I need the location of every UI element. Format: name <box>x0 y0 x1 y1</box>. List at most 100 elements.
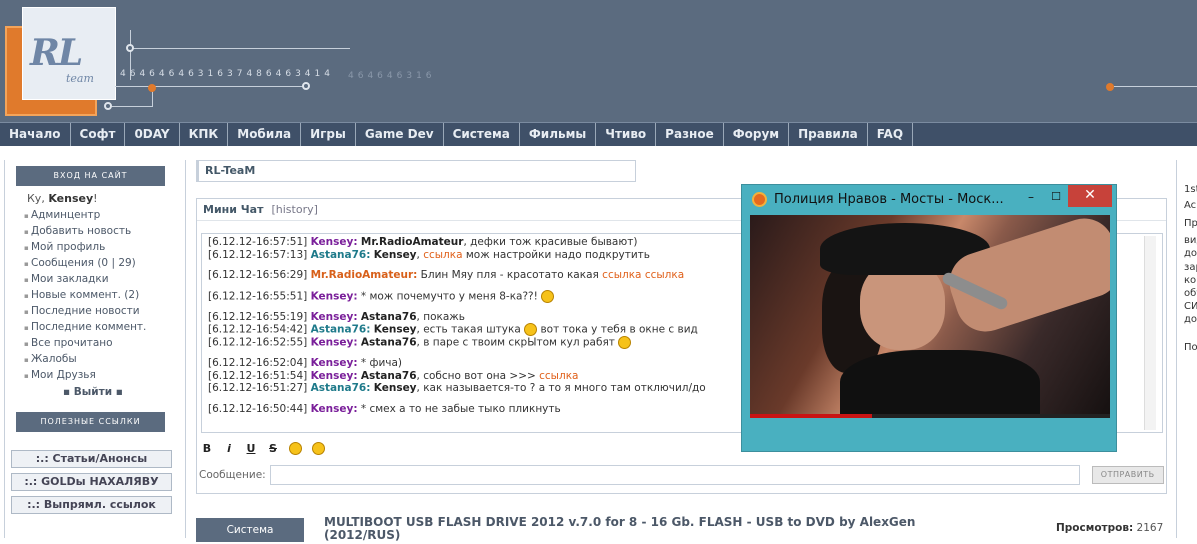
message-recipient[interactable]: Kensey <box>374 324 417 336</box>
links-header: ПОЛЕЗНЫЕ ССЫЛКИ <box>16 412 165 432</box>
right-sidebar: 1st Ac Пр вид дон зар ком обу СИ дос Поі <box>1176 160 1197 538</box>
message-text: Блин Мяу пля - красотато какая <box>420 269 603 281</box>
message-author[interactable]: Kensey: <box>311 311 358 323</box>
header-digits-dim: 464646316 <box>348 71 436 81</box>
nav-item[interactable]: Разное <box>656 123 724 146</box>
message-author[interactable]: Astana76: <box>311 249 371 261</box>
message-recipient[interactable]: Astana76 <box>361 337 417 349</box>
smiley-icon <box>541 289 555 303</box>
nav-item[interactable]: КПК <box>180 123 229 146</box>
message-text: * смех а то не забые тыко пликнуть <box>360 402 561 415</box>
format-button[interactable]: U <box>245 442 257 455</box>
menu-item[interactable]: Добавить новость <box>24 225 185 238</box>
minimize-button[interactable]: – <box>1019 188 1043 208</box>
message-author[interactable]: Mr.RadioAmateur: <box>311 269 418 281</box>
video-progress-fill <box>750 414 873 418</box>
message-author[interactable]: Kensey: <box>311 370 358 382</box>
message-recipient[interactable]: Astana76 <box>361 370 417 382</box>
menu-item[interactable]: Мой профиль <box>24 241 185 254</box>
smiley-icon[interactable] <box>312 441 325 455</box>
message-author[interactable]: Astana76: <box>311 382 371 394</box>
right-text: Пр <box>1184 218 1197 229</box>
username[interactable]: Kensey <box>48 192 93 205</box>
decor-line <box>130 30 131 80</box>
message-time: [6.12.12-16:57:13] <box>208 248 308 261</box>
message-text: * фича) <box>360 357 402 369</box>
news-category[interactable]: Система <box>196 518 304 542</box>
nav-item[interactable]: 0DAY <box>125 123 180 146</box>
nav-item[interactable]: Фильмы <box>520 123 597 146</box>
video-progress[interactable] <box>750 414 1110 418</box>
message-time: [6.12.12-16:55:19] <box>208 310 308 323</box>
site-title: RL-TeaM <box>196 160 636 182</box>
decor-line <box>115 86 305 87</box>
site-header: RL team 4646464631637486463414 464646316 <box>0 0 1197 122</box>
popup-titlebar[interactable]: Полиция Нравов - Мосты - Моск... – ☐ ✕ <box>742 185 1116 214</box>
nav-item[interactable]: Система <box>444 123 520 146</box>
menu-item[interactable]: Жалобы <box>24 353 185 366</box>
decor-line <box>108 106 153 107</box>
chat-history-link[interactable]: [history] <box>271 203 317 216</box>
message-text: , дефки тож красивые бывают) <box>463 236 638 248</box>
logout-link[interactable]: ▪ Выйти ▪ <box>63 386 185 398</box>
message-recipient[interactable]: Kensey <box>374 249 417 261</box>
menu-item[interactable]: Последние новости <box>24 305 185 318</box>
nav-item[interactable]: Правила <box>789 123 868 146</box>
message-recipient[interactable]: Kensey <box>374 382 417 394</box>
message-author[interactable]: Kensey: <box>311 290 358 302</box>
message-author[interactable]: Kensey: <box>311 236 358 248</box>
decor-dot <box>126 44 134 52</box>
maximize-button[interactable]: ☐ <box>1044 188 1068 208</box>
useful-link-button[interactable]: :.: Статьи/Анонсы <box>11 450 172 468</box>
send-button[interactable]: ОТПРАВИТЬ <box>1091 466 1164 484</box>
greeting: Ку, Kensey! <box>27 192 98 205</box>
menu-item[interactable]: Сообщения (0 | 29) <box>24 257 185 270</box>
right-text: дос <box>1184 314 1197 325</box>
nav-item[interactable]: FAQ <box>868 123 914 146</box>
smiley-icon[interactable] <box>289 441 302 455</box>
useful-link-button[interactable]: :.: GOLDы НАХАЛЯВУ <box>11 473 172 491</box>
menu-item[interactable]: Админцентр <box>24 209 185 222</box>
nav-item[interactable]: Игры <box>301 123 356 146</box>
close-button[interactable]: ✕ <box>1068 185 1112 207</box>
nav-item[interactable]: Начало <box>0 123 71 146</box>
menu-item[interactable]: Все прочитано <box>24 337 185 350</box>
message-author[interactable]: Kensey: <box>311 337 358 349</box>
nav-item[interactable]: Мобила <box>228 123 302 146</box>
message-link[interactable]: ссылка <box>423 249 462 261</box>
nav-item[interactable]: Чтиво <box>596 123 657 146</box>
login-header: ВХОД НА САЙТ <box>16 166 165 186</box>
nav-item[interactable]: Софт <box>71 123 126 146</box>
message-author[interactable]: Kensey: <box>311 357 358 369</box>
message-link[interactable]: ссылка ссылка <box>602 269 684 281</box>
menu-item[interactable]: Последние коммент. <box>24 321 185 334</box>
message-time: [6.12.12-16:52:55] <box>208 336 308 349</box>
chat-scrollbar[interactable] <box>1144 236 1156 430</box>
popup-title: Полиция Нравов - Мосты - Моск... <box>774 192 1004 207</box>
video-frame[interactable] <box>750 215 1110 418</box>
message-recipient[interactable]: Astana76 <box>361 311 417 323</box>
news-title[interactable]: MULTIBOOT USB FLASH DRIVE 2012 v.7.0 for… <box>324 516 964 542</box>
format-button[interactable]: i <box>223 442 235 455</box>
menu-item[interactable]: Мои Друзья <box>24 369 185 382</box>
main-nav: Начало Софт 0DAY КПК Мобила Игры Game Dev Систе… <box>0 122 1197 146</box>
menu-item[interactable]: Новые коммент. (2) <box>24 289 185 302</box>
right-text: Ac <box>1184 200 1197 211</box>
message-input[interactable] <box>269 465 1080 485</box>
message-time: [6.12.12-16:56:29] <box>208 269 308 281</box>
nav-item[interactable]: Game Dev <box>356 123 444 146</box>
message-time: [6.12.12-16:51:27] <box>208 382 308 394</box>
message-author[interactable]: Kensey: <box>311 403 358 415</box>
message-time: [6.12.12-16:50:44] <box>208 402 308 415</box>
format-button[interactable]: B <box>201 442 213 455</box>
message-author[interactable]: Astana76: <box>311 324 371 336</box>
nav-item[interactable]: Форум <box>724 123 790 146</box>
message-label: Сообщение: <box>199 469 266 481</box>
message-text: вот тока у тебя в окне с вид <box>537 323 698 336</box>
menu-item[interactable]: Мои закладки <box>24 273 185 286</box>
message-link[interactable]: ссылка <box>539 370 578 382</box>
video-popup-window[interactable]: Полиция Нравов - Мосты - Моск... – ☐ ✕ <box>741 184 1117 452</box>
format-button[interactable]: S <box>267 442 279 455</box>
useful-link-button[interactable]: :.: Выпрямл. ссылок <box>11 496 172 514</box>
message-recipient[interactable]: Mr.RadioAmateur <box>361 236 464 248</box>
